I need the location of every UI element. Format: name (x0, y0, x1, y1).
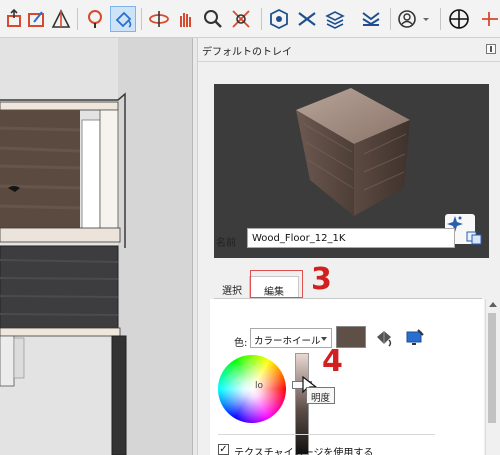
account-icon[interactable] (394, 6, 420, 32)
axes-icon[interactable] (446, 6, 472, 32)
material-name-input[interactable] (247, 228, 455, 248)
match-screen-color-icon[interactable] (405, 327, 425, 347)
divider (218, 434, 435, 435)
annotation-number-4: 4 (322, 344, 343, 379)
standard-views-icon[interactable] (266, 6, 292, 32)
tray-title: デフォルトのトレイ (202, 47, 292, 58)
create-material-icon[interactable] (466, 231, 482, 245)
orbit-icon[interactable] (146, 6, 172, 32)
annotation-box-edit-tab (250, 270, 303, 298)
chevron-down-icon[interactable] (420, 6, 432, 32)
texture-checkbox[interactable]: ✓ (218, 444, 229, 455)
pan-icon[interactable] (172, 6, 198, 32)
layers-icon[interactable] (322, 6, 348, 32)
name-label: 名前 (216, 238, 236, 249)
texture-checkbox-label: テクスチャイメージを使用する (234, 448, 374, 455)
edit-scrollbar[interactable] (485, 299, 498, 455)
tab-select[interactable]: 選択 (216, 276, 248, 298)
chevron-down-icon (321, 337, 327, 341)
model-viewport[interactable] (0, 38, 192, 455)
pin-icon[interactable] (486, 44, 496, 54)
color-mode-select[interactable]: カラーホイール (250, 328, 332, 348)
annotation-number-3: 3 (311, 262, 332, 297)
scroll-thumb[interactable] (488, 313, 496, 423)
main-toolbar (0, 0, 500, 38)
color-label: 色: (234, 338, 248, 349)
scroll-up-arrow-icon[interactable] (489, 302, 497, 307)
zoom-icon[interactable] (200, 6, 226, 32)
axes-icon-2[interactable] (476, 6, 500, 32)
wheel-marker-icon: lo (255, 381, 264, 391)
color-mode-value: カラーホイール (254, 336, 321, 347)
section-plane-icon[interactable] (294, 6, 320, 32)
paint-bucket-icon[interactable] (110, 6, 136, 32)
follow-me-icon[interactable] (82, 6, 108, 32)
match-model-color-icon[interactable] (374, 328, 394, 348)
materials-tray: デフォルトのトレイ 名前 Wood_Floor_12_1K 選択 編集 色: カ… (198, 38, 500, 455)
zoom-extents-icon[interactable] (228, 6, 254, 32)
brightness-slider[interactable] (295, 353, 309, 455)
tray-header: デフォルトのトレイ (198, 38, 500, 62)
scale-icon[interactable] (48, 6, 74, 32)
brightness-tooltip: 明度 (306, 387, 336, 404)
rotate-icon[interactable] (24, 6, 50, 32)
styles-icon[interactable] (358, 6, 384, 32)
color-wheel[interactable] (218, 355, 286, 423)
